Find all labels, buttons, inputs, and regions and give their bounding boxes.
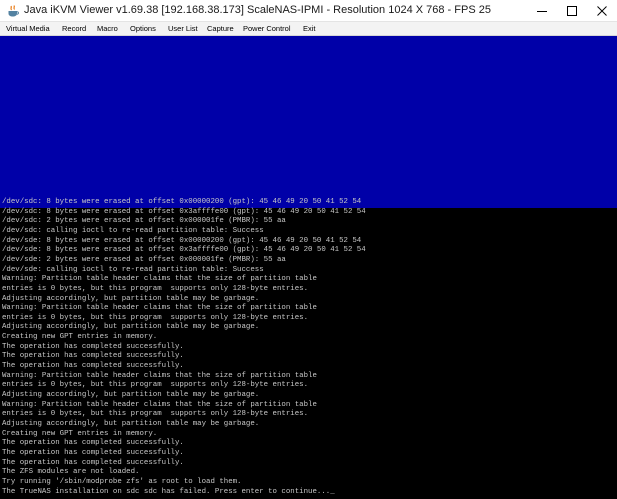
console-line: The operation has completed successfully… xyxy=(2,458,184,467)
console-line: Warning: Partition table header claims t… xyxy=(2,400,317,409)
console-line: Adjusting accordingly, but partition tab… xyxy=(2,294,260,303)
menu-power-control[interactable]: Power Control xyxy=(243,22,291,35)
console-line: Warning: Partition table header claims t… xyxy=(2,304,317,313)
java-cup-icon xyxy=(8,5,19,17)
console-line: Creating new GPT entries in memory. xyxy=(2,333,158,342)
remote-console-screen[interactable]: /dev/sdc: 8 bytes were erased at offset … xyxy=(0,36,617,499)
console-line: The operation has completed successfully… xyxy=(2,448,184,457)
menu-macro[interactable]: Macro xyxy=(97,22,118,35)
menu-capture[interactable]: Capture xyxy=(207,22,234,35)
console-line: /dev/sde: 8 bytes were erased at offset … xyxy=(2,236,362,245)
window-title: Java iKVM Viewer v1.69.38 [192.168.38.17… xyxy=(24,4,491,16)
maximize-button[interactable] xyxy=(557,0,587,22)
console-line: entries is 0 bytes, but this program sup… xyxy=(2,381,309,390)
menu-bar: Virtual Media Record Macro Options User … xyxy=(0,22,617,36)
console-line: Adjusting accordingly, but partition tab… xyxy=(2,419,260,428)
console-line: Adjusting accordingly, but partition tab… xyxy=(2,323,260,332)
console-line: /dev/sde: 2 bytes were erased at offset … xyxy=(2,255,286,264)
minimize-button[interactable] xyxy=(527,0,557,22)
menu-options[interactable]: Options xyxy=(130,22,156,35)
console-line: The operation has completed successfully… xyxy=(2,342,184,351)
console-line: The TrueNAS installation on sdc sdc has … xyxy=(2,487,335,496)
console-line: Try running '/sbin/modprobe zfs' as root… xyxy=(2,477,242,486)
console-line: Warning: Partition table header claims t… xyxy=(2,371,317,380)
menu-record[interactable]: Record xyxy=(62,22,86,35)
console-line: /dev/sdc: 8 bytes were erased at offset … xyxy=(2,198,362,206)
console-line: Warning: Partition table header claims t… xyxy=(2,275,317,284)
kvm-viewer-window: Java iKVM Viewer v1.69.38 [192.168.38.17… xyxy=(0,0,617,499)
console-line: /dev/sdc: 2 bytes were erased at offset … xyxy=(2,217,286,226)
console-line: The ZFS modules are not loaded. xyxy=(2,468,140,477)
console-line: The operation has completed successfully… xyxy=(2,352,184,361)
console-line: entries is 0 bytes, but this program sup… xyxy=(2,410,309,419)
close-icon xyxy=(597,6,607,16)
console-line: Creating new GPT entries in memory. xyxy=(2,429,158,438)
console-line: /dev/sde: 8 bytes were erased at offset … xyxy=(2,246,366,255)
console-line: The operation has completed successfully… xyxy=(2,362,184,371)
close-button[interactable] xyxy=(587,0,617,22)
console-line: entries is 0 bytes, but this program sup… xyxy=(2,284,309,293)
console-line: /dev/sdc: 8 bytes were erased at offset … xyxy=(2,207,366,216)
console-line: entries is 0 bytes, but this program sup… xyxy=(2,313,309,322)
console-line: Adjusting accordingly, but partition tab… xyxy=(2,391,260,399)
menu-virtual-media[interactable]: Virtual Media xyxy=(6,22,50,35)
minimize-icon xyxy=(537,11,547,12)
menu-exit[interactable]: Exit xyxy=(303,22,316,35)
console-line: The operation has completed successfully… xyxy=(2,439,184,448)
title-bar[interactable]: Java iKVM Viewer v1.69.38 [192.168.38.17… xyxy=(0,0,617,22)
console-blue-area xyxy=(0,36,617,208)
console-line: /dev/sdc: calling ioctl to re-read parti… xyxy=(2,226,264,235)
console-line: /dev/sde: calling ioctl to re-read parti… xyxy=(2,265,264,274)
menu-user-list[interactable]: User List xyxy=(168,22,198,35)
maximize-icon xyxy=(567,6,577,16)
